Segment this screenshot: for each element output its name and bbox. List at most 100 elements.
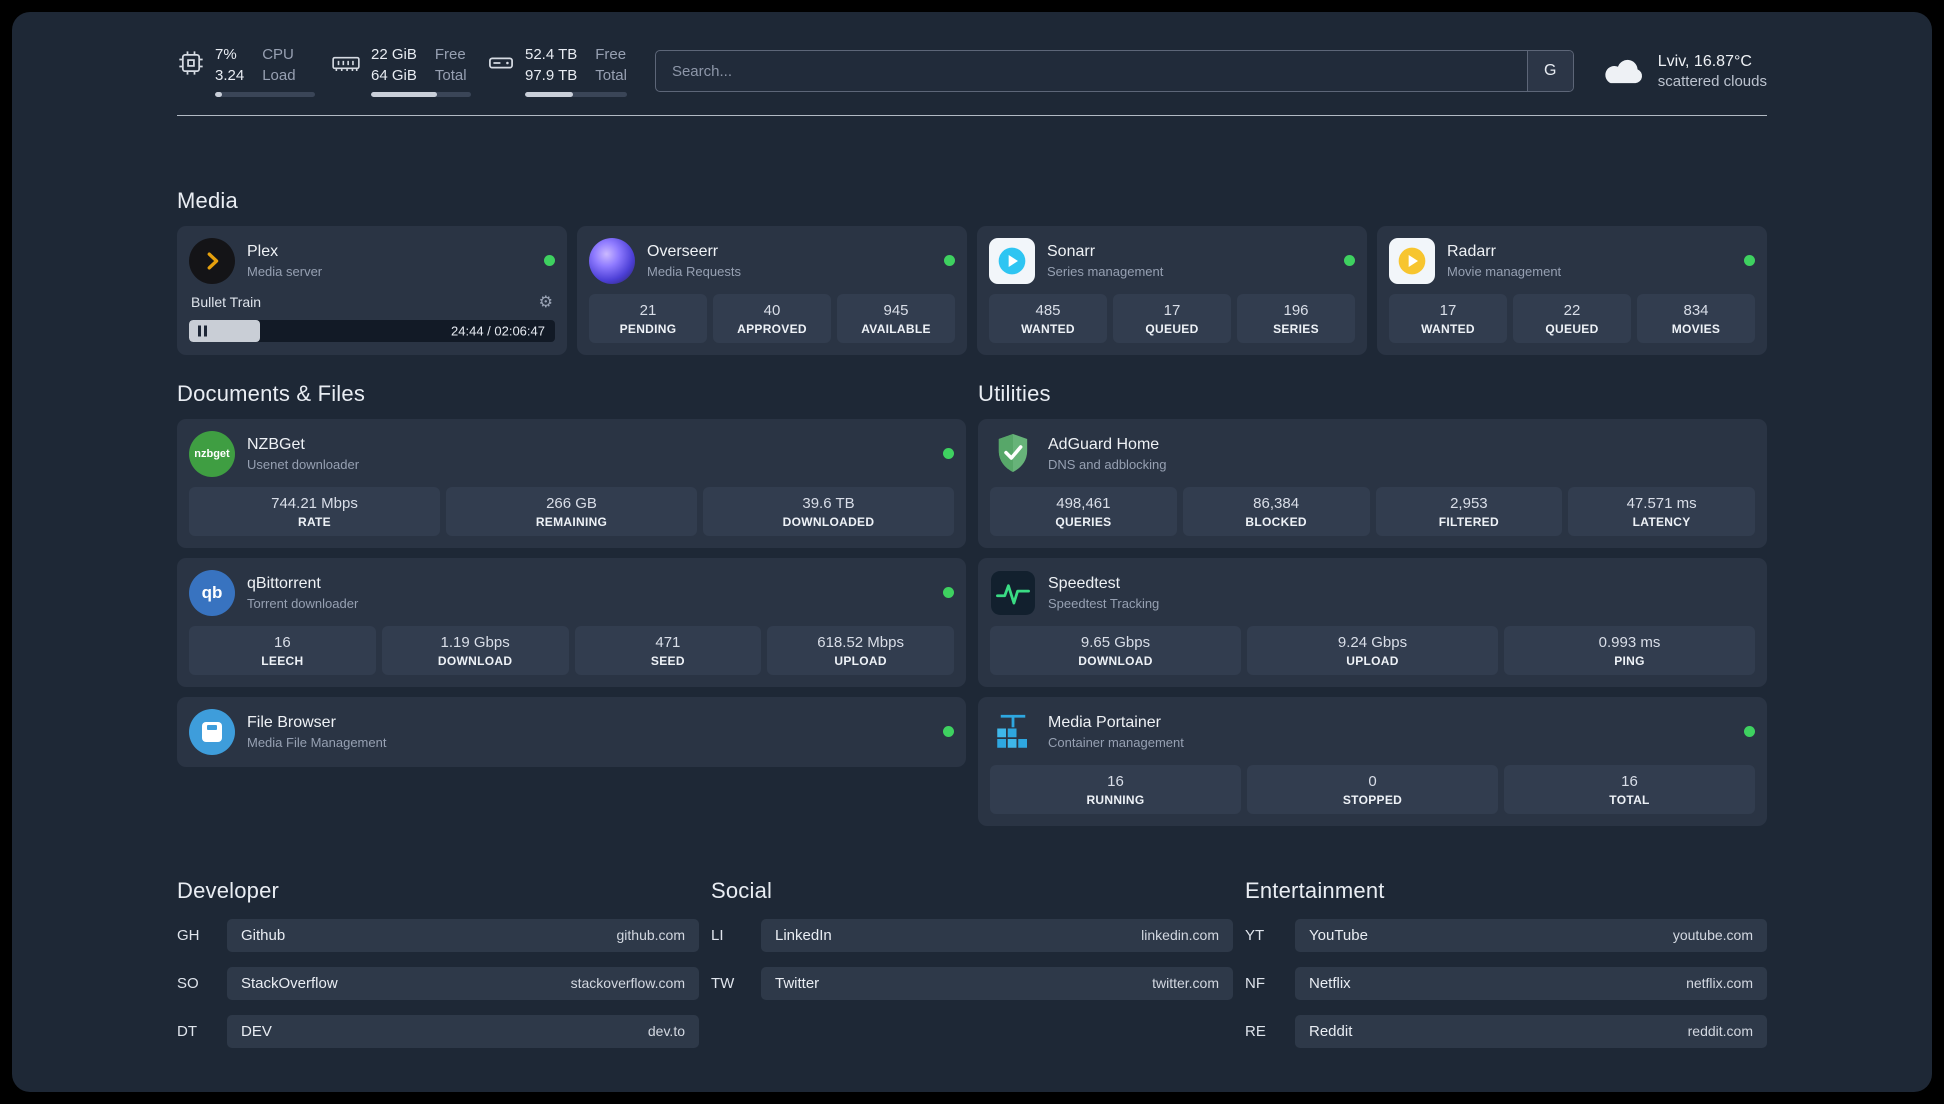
stat-movies: 834 MOVIES	[1637, 293, 1755, 343]
disk-widget: 52.4 TB 97.9 TB Free Total	[487, 46, 627, 97]
stat-pending: 21 PENDING	[589, 293, 707, 343]
app-card-nzbget[interactable]: nzbget NZBGet Usenet downloader 744.21 M…	[177, 418, 966, 548]
stat-value: 1.19 Gbps	[440, 633, 510, 651]
stat-value: 618.52 Mbps	[817, 633, 904, 651]
gear-icon[interactable]: ⚙	[539, 292, 553, 312]
bookmark-abbr: RE	[1245, 1022, 1266, 1040]
bookmark-abbr: SO	[177, 974, 199, 992]
disk-icon	[487, 49, 515, 77]
bookmark-twitter[interactable]: TW Twitter twitter.com	[711, 966, 1233, 1000]
app-card-plex[interactable]: Plex Media server Bullet Train ⚙ 24:44 /…	[177, 225, 567, 355]
stat-value: 16	[274, 633, 291, 651]
stat-value: 498,461	[1056, 494, 1111, 512]
bookmark-url: netflix.com	[1686, 975, 1753, 991]
playback-progress-bar[interactable]: 24:44 / 02:06:47	[189, 319, 555, 342]
stat-running: 16 RUNNING	[990, 764, 1241, 814]
status-online-dot	[1744, 726, 1755, 737]
app-name: Radarr	[1447, 242, 1496, 260]
app-card-qbittorrent[interactable]: qb qBittorrent Torrent downloader 16 LEE…	[177, 557, 966, 687]
stat-wanted: 485 WANTED	[989, 293, 1107, 343]
status-online-dot	[943, 587, 954, 598]
cpu-label-bottom: Load	[262, 66, 296, 84]
stat-label: LATENCY	[1632, 514, 1691, 529]
weather-widget: Lviv, 16.87°C scattered clouds	[1602, 53, 1767, 90]
app-card-adguard[interactable]: AdGuard Home DNS and adblocking 498,461 …	[978, 418, 1767, 548]
dashboard-page: 7% 3.24 CPU Load 22 GiB 64 GiB Free Tota…	[12, 12, 1932, 1092]
disk-total-value: 97.9 TB	[525, 66, 578, 84]
qbittorrent-monogram: qb	[201, 582, 223, 602]
disk-label-bottom: Total	[595, 66, 627, 84]
bookmark-linkedin[interactable]: LI LinkedIn linkedin.com	[711, 918, 1233, 952]
status-online-dot	[943, 726, 954, 737]
nzbget-icon: nzbget	[189, 430, 235, 477]
bookmark-youtube[interactable]: YT YouTube youtube.com	[1245, 918, 1767, 952]
status-online-dot	[944, 255, 955, 266]
stat-label: SERIES	[1273, 321, 1319, 336]
bookmark-abbr: GH	[177, 926, 200, 944]
stat-filtered: 2,953 FILTERED	[1375, 486, 1563, 536]
stat-label: RATE	[298, 514, 331, 529]
app-desc: Container management	[1048, 734, 1184, 750]
stat-total: 16 TOTAL	[1504, 764, 1755, 814]
app-card-overseerr[interactable]: Overseerr Media Requests 21 PENDING 40 A…	[577, 225, 967, 355]
bookmark-stackoverflow[interactable]: SO StackOverflow stackoverflow.com	[177, 966, 699, 1000]
stat-label: DOWNLOADED	[782, 514, 875, 529]
stat-value: 16	[1621, 772, 1638, 790]
stat-blocked: 86,384 BLOCKED	[1182, 486, 1370, 536]
stat-label: FILTERED	[1438, 514, 1499, 529]
stat-value: 16	[1107, 772, 1124, 790]
qbittorrent-icon: qb	[189, 569, 235, 616]
app-card-speedtest[interactable]: Speedtest Speedtest Tracking 9.65 Gbps D…	[978, 557, 1767, 687]
bookmark-abbr: TW	[711, 974, 735, 992]
ram-icon	[331, 49, 361, 77]
stat-queued: 22 QUEUED	[1513, 293, 1631, 343]
pause-icon[interactable]	[198, 325, 207, 336]
stat-value: 22	[1563, 301, 1581, 319]
stat-available: 945 AVAILABLE	[837, 293, 955, 343]
section-heading-social: Social	[711, 877, 773, 903]
bookmark-abbr: LI	[711, 926, 724, 944]
stat-value: 17	[1163, 301, 1181, 319]
bookmark-abbr: NF	[1245, 974, 1265, 992]
ram-total-value: 64 GiB	[371, 66, 417, 84]
app-card-sonarr[interactable]: Sonarr Series management 485 WANTED 17 Q…	[977, 225, 1367, 355]
app-card-radarr[interactable]: Radarr Movie management 17 WANTED 22 QUE…	[1377, 225, 1767, 355]
stat-value: 744.21 Mbps	[271, 494, 358, 512]
stat-label: LEECH	[261, 653, 304, 668]
status-online-dot	[943, 448, 954, 459]
search-input[interactable]	[655, 51, 1527, 92]
app-name: Speedtest	[1048, 574, 1121, 592]
app-desc: Media server	[247, 263, 323, 279]
stat-label: UPLOAD	[834, 653, 887, 668]
app-card-portainer[interactable]: Media Portainer Container management 16 …	[978, 696, 1767, 826]
section-heading-developer: Developer	[177, 877, 280, 903]
app-card-filebrowser[interactable]: File Browser Media File Management	[177, 696, 966, 767]
adguard-icon	[990, 431, 1036, 477]
bookmark-reddit[interactable]: RE Reddit reddit.com	[1245, 1014, 1767, 1048]
stat-value: 485	[1035, 301, 1061, 319]
weather-location: Lviv, 16.87°C	[1657, 52, 1752, 70]
stat-value: 47.571 ms	[1626, 494, 1697, 512]
stat-value: 2,953	[1450, 494, 1488, 512]
sonarr-icon	[989, 237, 1035, 284]
ram-free-value: 22 GiB	[371, 46, 417, 63]
stat-label: DOWNLOAD	[1078, 653, 1153, 668]
top-bar: 7% 3.24 CPU Load 22 GiB 64 GiB Free Tota…	[177, 46, 1767, 97]
stat-upload: 9.24 Gbps UPLOAD	[1247, 625, 1498, 675]
portainer-icon	[990, 709, 1036, 755]
stat-value: 9.24 Gbps	[1337, 633, 1408, 651]
stat-label: PING	[1614, 653, 1645, 668]
now-playing-title: Bullet Train	[191, 293, 262, 310]
cloud-icon	[1602, 55, 1646, 87]
stat-value: 266 GB	[546, 494, 597, 512]
bookmark-dev[interactable]: DT DEV dev.to	[177, 1014, 699, 1048]
stat-queries: 498,461 QUERIES	[990, 486, 1177, 536]
ram-progress-bar	[371, 91, 471, 97]
bookmark-github[interactable]: GH Github github.com	[177, 918, 699, 952]
stat-value: 0.993 ms	[1598, 633, 1661, 651]
bookmarks-social: Social LI LinkedIn linkedin.com TW Twitt…	[711, 878, 1233, 1000]
stat-ping: 0.993 ms PING	[1504, 625, 1755, 675]
bookmark-netflix[interactable]: NF Netflix netflix.com	[1245, 966, 1767, 1000]
search-engine-button[interactable]: G	[1526, 51, 1573, 92]
bookmark-name: StackOverflow	[241, 974, 338, 992]
